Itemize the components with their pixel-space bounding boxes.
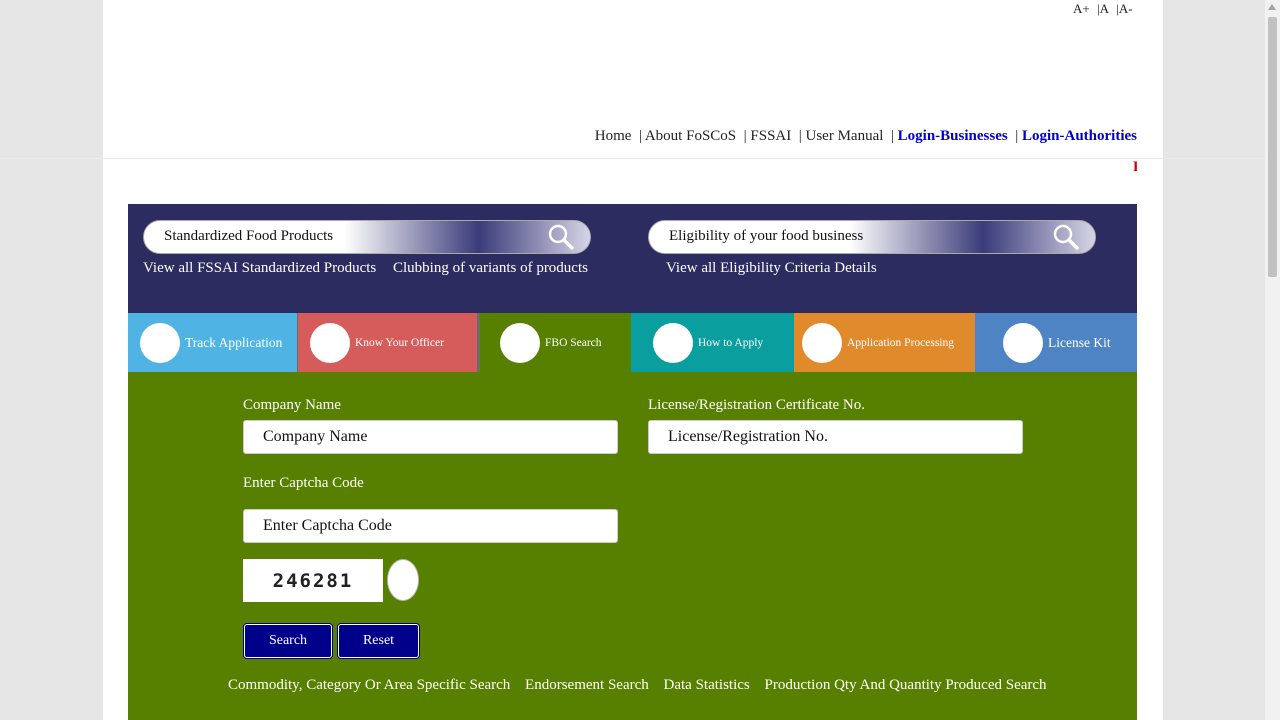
license-number-label: License/Registration Certificate No.	[648, 397, 866, 413]
tab-know-your-officer[interactable]: Know Your Officer	[298, 313, 480, 373]
tab-track-application[interactable]: Track Application	[128, 313, 298, 373]
clubbing-variants-link[interactable]: Clubbing of variants of products	[393, 260, 588, 276]
search-band: Standardized Food Products View all FSSA…	[128, 204, 1137, 313]
license-number-input[interactable]	[648, 420, 1023, 454]
header-divider	[0, 158, 1265, 159]
tab-label: FBO Search	[545, 337, 602, 349]
nav-user-manual[interactable]: | User Manual	[799, 128, 884, 144]
officer-icon	[310, 323, 350, 363]
nav-fssai[interactable]: | FSSAI	[744, 128, 792, 144]
standardized-products-search-text: Standardized Food Products	[164, 228, 334, 244]
production-qty-search-link[interactable]: Production Qty And Quantity Produced Sea…	[765, 677, 1047, 693]
tab-label: Application Processing	[847, 337, 954, 349]
service-tabs: Track Application Know Your Officer FBO …	[128, 313, 1137, 373]
nav-separator: |	[890, 128, 894, 144]
captcha-input[interactable]	[243, 509, 618, 543]
track-application-icon	[140, 323, 180, 363]
nav-separator: |	[1015, 128, 1019, 144]
search-icon[interactable]	[548, 224, 574, 250]
search-icon[interactable]	[1053, 224, 1079, 250]
advanced-search-links: Commodity, Category Or Area Specific Sea…	[228, 677, 1058, 694]
eligibility-search-text: Eligibility of your food business	[669, 228, 864, 244]
application-processing-icon	[802, 323, 842, 363]
captcha-label: Enter Captcha Code	[243, 475, 364, 491]
endorsement-search-link[interactable]: Endorsement Search	[525, 677, 649, 693]
nav-about[interactable]: | About FoSCoS	[639, 128, 736, 144]
vertical-scrollbar[interactable]	[1265, 0, 1280, 720]
tab-label: How to Apply	[698, 337, 764, 349]
standardized-products-search[interactable]: Standardized Food Products	[143, 220, 591, 254]
font-increase-button[interactable]: A+	[1073, 1, 1090, 16]
view-standardized-products-link[interactable]: View all FSSAI Standardized Products	[143, 260, 376, 276]
eligibility-links: View all Eligibility Criteria Details	[666, 260, 890, 277]
nav-home[interactable]: Home	[595, 128, 632, 144]
tab-fbo-search[interactable]: FBO Search	[480, 313, 631, 373]
tab-label: License Kit	[1048, 335, 1111, 350]
reset-button[interactable]: Reset	[338, 624, 419, 658]
captcha-image: 246281	[243, 559, 383, 602]
fbo-search-form: Company Name License/Registration Certif…	[128, 372, 1137, 720]
tab-how-to-apply[interactable]: How to Apply	[631, 313, 794, 373]
data-statistics-link[interactable]: Data Statistics	[664, 677, 750, 693]
refresh-captcha-button[interactable]	[387, 559, 419, 601]
tab-label: Know Your Officer	[355, 337, 444, 349]
standardized-products-links: View all FSSAI Standardized Products Clu…	[143, 260, 601, 277]
commodity-search-link[interactable]: Commodity, Category Or Area Specific Sea…	[228, 677, 510, 693]
how-to-apply-icon	[653, 323, 693, 363]
font-decrease-button[interactable]: |A-	[1116, 1, 1132, 16]
scroll-up-icon[interactable]	[1268, 4, 1276, 10]
search-button[interactable]: Search	[244, 624, 332, 658]
fbo-search-icon	[500, 323, 540, 363]
tab-license-kit[interactable]: License Kit	[975, 313, 1137, 373]
eligibility-search[interactable]: Eligibility of your food business	[648, 220, 1096, 254]
view-eligibility-criteria-link[interactable]: View all Eligibility Criteria Details	[666, 260, 877, 276]
scrollbar-thumb[interactable]	[1268, 17, 1277, 277]
font-normal-button[interactable]: |A	[1097, 1, 1109, 16]
company-name-label: Company Name	[243, 397, 341, 413]
license-kit-icon	[1003, 323, 1043, 363]
tab-application-processing[interactable]: Application Processing	[794, 313, 975, 373]
nav-login-authorities[interactable]: Login-Authorities	[1022, 128, 1137, 144]
tab-label: Track Application	[185, 335, 283, 350]
top-navigation: Home | About FoSCoS | FSSAI | User Manua…	[595, 128, 1137, 145]
nav-login-businesses[interactable]: Login-Businesses	[898, 128, 1008, 144]
font-size-controls: A+ |A |A-	[1073, 1, 1137, 17]
company-name-input[interactable]	[243, 420, 618, 454]
marquee-mask	[1137, 159, 1163, 181]
